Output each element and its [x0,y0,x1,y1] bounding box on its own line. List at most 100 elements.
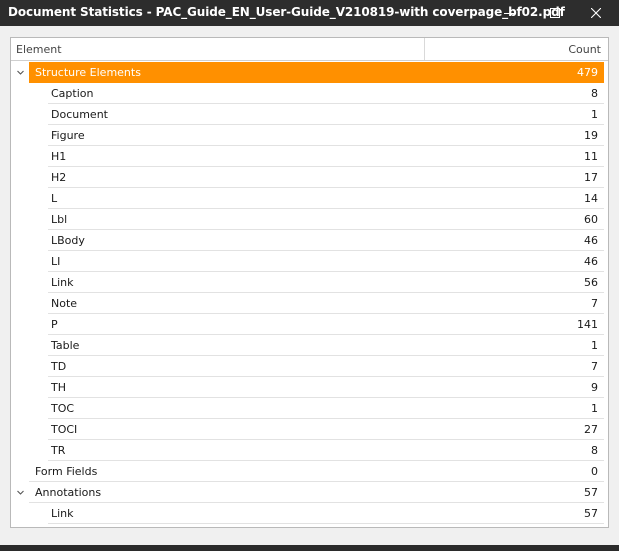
table-row[interactable]: Link 57 [11,503,608,524]
row-count: 46 [584,255,598,268]
table-row[interactable]: LBody 46 [11,230,608,251]
row-count: 7 [591,360,598,373]
row-label: TH [51,381,66,394]
table-row[interactable]: L 14 [11,188,608,209]
table-body: Structure Elements 479 Caption 8 Document 1 Fi… [11,62,608,524]
row-count: 14 [584,192,598,205]
table-row[interactable]: Structure Elements 479 [11,62,608,83]
table-row[interactable]: TR 8 [11,440,608,461]
row-label: Link [51,276,74,289]
maximize-icon [550,8,560,18]
row-label: LBody [51,234,85,247]
row-label: Structure Elements [35,66,141,79]
row-count: 57 [584,507,598,520]
row-label: Caption [51,87,94,100]
row-label: Annotations [35,486,102,499]
row-count: 11 [584,150,598,163]
row-label: Link [51,507,74,520]
table-row[interactable]: Link 56 [11,272,608,293]
row-count: 8 [591,444,598,457]
row-count: 46 [584,234,598,247]
row-cell: Form Fields 0 [29,461,604,482]
row-cell: Figure 19 [48,125,604,146]
row-cell: TOCI 27 [48,419,604,440]
chevron-down-icon[interactable] [16,68,25,77]
row-label: TOCI [51,423,78,436]
row-cell: TH 9 [48,377,604,398]
window-title: Document Statistics - PAC_Guide_EN_User-… [8,5,565,19]
table-header: Element Count [11,38,608,61]
table-row[interactable]: H1 11 [11,146,608,167]
row-cell: LBody 46 [48,230,604,251]
row-count: 479 [577,66,598,79]
table-row[interactable]: Lbl 60 [11,209,608,230]
row-label: Note [51,297,78,310]
table-row[interactable]: Note 7 [11,293,608,314]
row-cell: L 14 [48,188,604,209]
row-label: H1 [51,150,67,163]
table-row[interactable]: TH 9 [11,377,608,398]
row-count: 19 [584,129,598,142]
title-bar[interactable]: Document Statistics - PAC_Guide_EN_User-… [0,0,619,26]
close-button[interactable] [573,0,619,26]
row-count: 60 [584,213,598,226]
row-label: L [51,192,58,205]
row-count: 56 [584,276,598,289]
row-cell: TOC 1 [48,398,604,419]
row-cell: Lbl 60 [48,209,604,230]
table-row[interactable]: TD 7 [11,356,608,377]
row-cell: TR 8 [48,440,604,461]
row-count: 17 [584,171,598,184]
table-row[interactable]: Form Fields 0 [11,461,608,482]
statistics-tree-table[interactable]: Element Count Structure Elements 479 Capti… [10,37,609,528]
row-count: 27 [584,423,598,436]
row-count: 141 [577,318,598,331]
table-row[interactable]: P 141 [11,314,608,335]
table-row[interactable]: Figure 19 [11,125,608,146]
table-row[interactable]: Caption 8 [11,83,608,104]
row-cell: H2 17 [48,167,604,188]
row-count: 7 [591,297,598,310]
row-label: LI [51,255,61,268]
row-count: 1 [591,108,598,121]
close-icon [591,8,601,18]
row-count: 9 [591,381,598,394]
row-label: Document [51,108,108,121]
row-cell: H1 11 [48,146,604,167]
column-header-element[interactable]: Element [16,43,62,56]
chevron-down-icon[interactable] [16,488,25,497]
table-row[interactable]: TOC 1 [11,398,608,419]
row-label: Table [51,339,80,352]
table-row[interactable]: Table 1 [11,335,608,356]
row-label: TD [51,360,67,373]
minimize-button[interactable] [486,0,532,26]
row-label: Figure [51,129,85,142]
row-count: 1 [591,402,598,415]
table-row[interactable]: LI 46 [11,251,608,272]
row-label: H2 [51,171,67,184]
row-label: Form Fields [35,465,98,478]
row-cell: Link 57 [48,503,604,524]
row-cell: Annotations 57 [29,482,604,503]
row-count: 0 [591,465,598,478]
column-divider[interactable] [424,38,425,60]
row-cell: Structure Elements 479 [29,62,604,83]
column-header-count[interactable]: Count [568,43,601,56]
row-label: TR [51,444,66,457]
row-count: 1 [591,339,598,352]
background-strip [0,545,619,551]
minimize-icon [504,13,514,14]
row-label: Lbl [51,213,68,226]
row-cell: Caption 8 [48,83,604,104]
table-row[interactable]: Annotations 57 [11,482,608,503]
table-row[interactable]: TOCI 27 [11,419,608,440]
row-cell: Link 56 [48,272,604,293]
table-row[interactable]: Document 1 [11,104,608,125]
maximize-button[interactable] [532,0,578,26]
row-cell: LI 46 [48,251,604,272]
row-cell: Note 7 [48,293,604,314]
row-cell: TD 7 [48,356,604,377]
document-statistics-window: Document Statistics - PAC_Guide_EN_User-… [0,0,619,545]
row-count: 8 [591,87,598,100]
table-row[interactable]: H2 17 [11,167,608,188]
